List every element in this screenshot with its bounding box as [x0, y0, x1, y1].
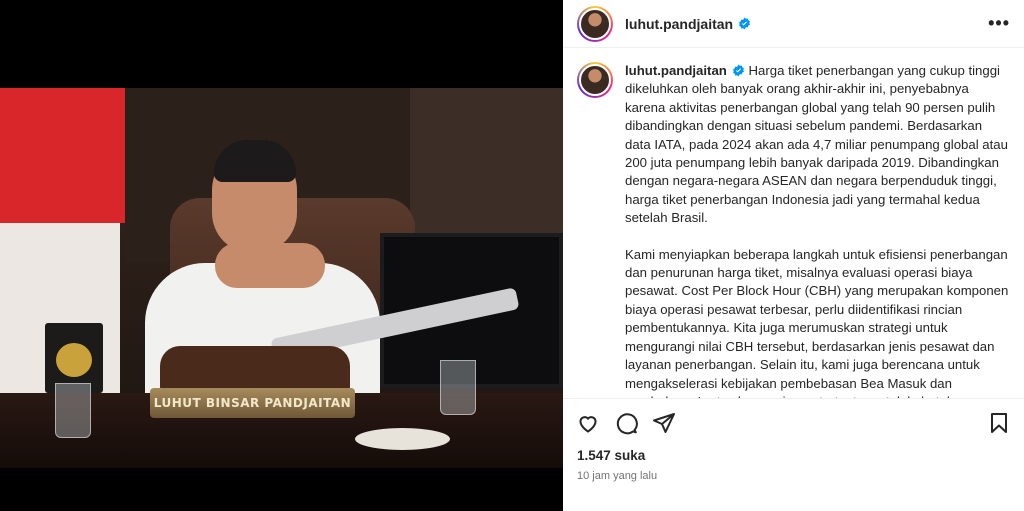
verified-badge-icon — [732, 64, 745, 77]
like-count[interactable]: 1.547 suka — [563, 446, 1024, 466]
desk-nameplate: LUHUT BINSAR PANDJAITAN — [150, 388, 355, 418]
avatar[interactable] — [577, 5, 613, 42]
post-media[interactable]: LUHUT BINSAR PANDJAITAN — [0, 0, 563, 511]
header-username[interactable]: luhut.pandjaitan — [625, 16, 733, 32]
caption-area: luhut.pandjaitan Harga tiket penerbangan… — [563, 48, 1024, 398]
water-glass-right — [440, 360, 476, 415]
caption-row: luhut.pandjaitan Harga tiket penerbangan… — [577, 62, 1010, 398]
post-sidebar: luhut.pandjaitan ••• luhut.pandjaitan Ha… — [563, 0, 1024, 511]
post-timestamp[interactable]: 10 jam yang lalu — [563, 466, 1024, 488]
comment-icon[interactable] — [613, 410, 639, 436]
bottom-padding — [563, 488, 1024, 511]
post-header: luhut.pandjaitan ••• — [563, 0, 1024, 48]
person-hands — [215, 243, 325, 288]
wood-carving — [160, 346, 350, 391]
water-glass-left — [55, 383, 91, 438]
heart-icon[interactable] — [575, 410, 601, 436]
caption-avatar[interactable] — [577, 62, 613, 98]
instagram-post-view: LUHUT BINSAR PANDJAITAN luhut.pandjaitan… — [0, 0, 1024, 511]
post-photo: LUHUT BINSAR PANDJAITAN — [0, 88, 563, 468]
caption-username[interactable]: luhut.pandjaitan — [625, 63, 727, 78]
bookmark-icon[interactable] — [986, 410, 1012, 436]
action-bar — [563, 398, 1024, 446]
verified-badge-icon — [738, 17, 751, 30]
caption-paragraph-1: luhut.pandjaitan Harga tiket penerbangan… — [625, 62, 1009, 228]
share-icon[interactable] — [651, 410, 677, 436]
caption-paragraph-1-text: Harga tiket penerbangan yang cukup tingg… — [625, 63, 1008, 226]
snack-plate — [355, 428, 450, 450]
flag-red-stripe — [0, 88, 130, 223]
wall-panel-right — [410, 88, 563, 238]
caption-text: luhut.pandjaitan Harga tiket penerbangan… — [625, 62, 1009, 398]
garuda-emblem — [56, 343, 92, 377]
more-options-icon[interactable]: ••• — [988, 13, 1010, 34]
caption-paragraph-2: Kami menyiapkan beberapa langkah untuk e… — [625, 246, 1009, 398]
